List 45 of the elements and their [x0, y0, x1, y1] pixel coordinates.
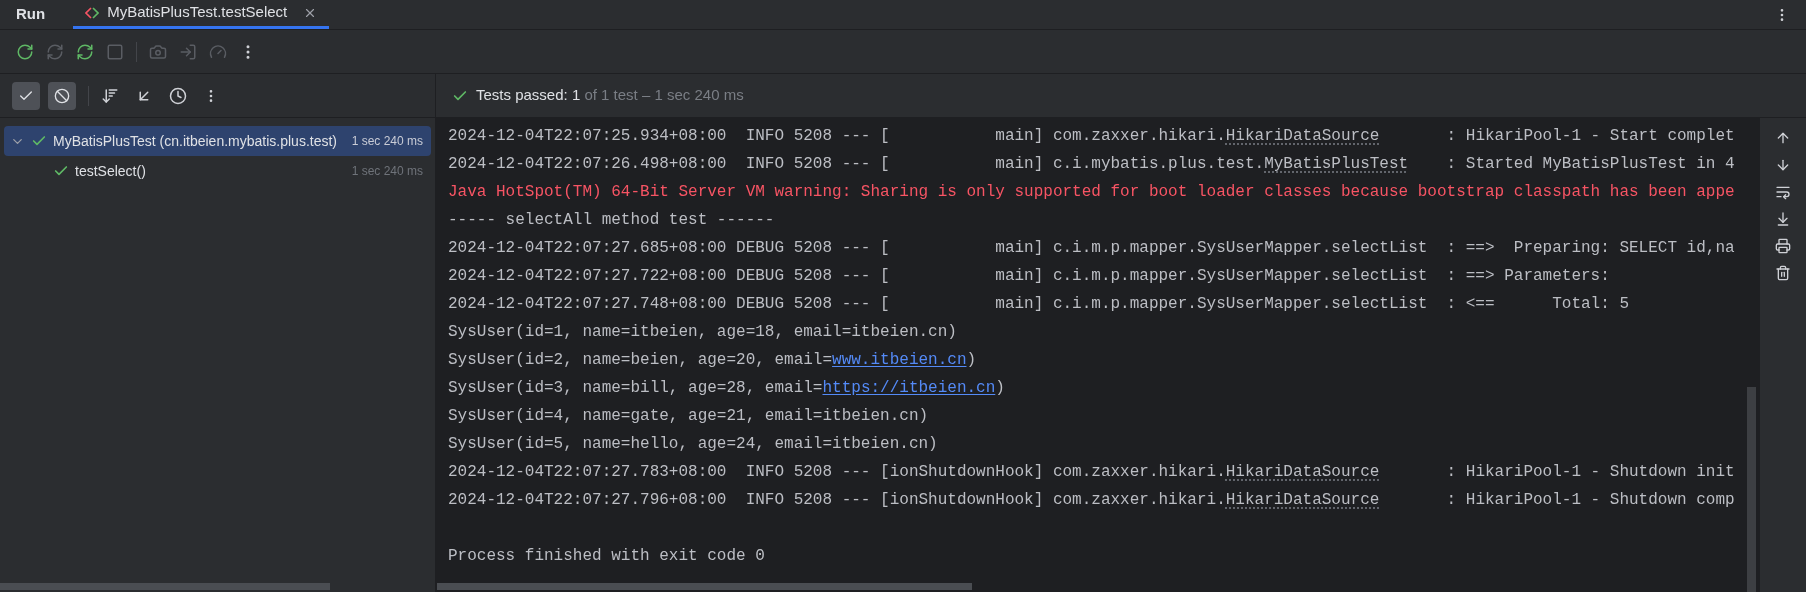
url-link[interactable]: www.itbeien.cn: [832, 351, 967, 369]
console-line: SysUser(id=5, name=hello, age=24, email=itbeien.cn): [448, 434, 939, 455]
printer-icon[interactable]: [1775, 238, 1791, 254]
test-duration: 1 sec 240 ms: [350, 163, 423, 180]
scroll-to-end-icon[interactable]: [1775, 211, 1791, 227]
class-link[interactable]: HikariDataSource: [1225, 463, 1380, 481]
console-line: SysUser(id=1, name=itbeien, age=18, email=itbeien.cn): [448, 322, 958, 343]
test-name: testSelect(): [75, 161, 146, 181]
class-link[interactable]: HikariDataSource: [1225, 127, 1380, 145]
filter-toggle-button[interactable]: [12, 81, 40, 110]
trash-icon[interactable]: [1775, 265, 1791, 281]
console-line: SysUser(id=2, name=beien, age=20, email=www.itbeien.cn): [448, 350, 978, 371]
console-line: Process finished with exit code 0: [448, 546, 766, 567]
console-error-line: Java HotSpot(TM) 64-Bit Server VM warning: Sharing is only supported for boot loader classes because bootstrap classpath has been appe: [448, 182, 1735, 203]
test-name: MyBatisPlusTest (cn.itbeien.mybatis.plus.test): [53, 131, 337, 151]
console-line: 2024-12-04T22:07:27.796+08:00 INFO 5208 --- [ionShutdownHook] com.zaxxer.hikari.HikariDataSource : HikariPool-1 - Shutdown comp: [448, 490, 1735, 511]
clock-icon[interactable]: [169, 86, 187, 105]
console-line: 2024-12-04T22:07:25.934+08:00 INFO 5208 --- [ main] com.zaxxer.hikari.HikariDataSource : HikariPool-1 - Start complet: [448, 126, 1735, 147]
console-line: SysUser(id=4, name=gate, age=21, email=itbeien.cn): [448, 406, 930, 427]
console-line: 2024-12-04T22:07:27.722+08:00 DEBUG 5208 --- [ main] c.i.m.p.mapper.SysUserMapper.selectList : ==> Parameters:: [448, 266, 1611, 287]
sort-icon[interactable]: [101, 86, 119, 105]
tab-label: MyBatisPlusTest.testSelect: [107, 2, 288, 23]
url-link[interactable]: https://itbeien.cn: [822, 379, 996, 397]
scrollbar-thumb[interactable]: [437, 583, 972, 590]
filter-toggle-button[interactable]: [48, 81, 76, 110]
ban-icon: [54, 87, 70, 104]
class-link[interactable]: MyBatisPlusTest: [1264, 155, 1409, 173]
tool-window-title: Run: [15, 4, 47, 25]
scrollbar-thumb[interactable]: [0, 583, 330, 590]
console-line: 2024-12-04T22:07:27.685+08:00 DEBUG 5208 --- [ main] c.i.m.p.mapper.SysUserMapper.selectList : ==> Preparing: SELECT id,na: [448, 238, 1735, 259]
class-link[interactable]: HikariDataSource: [1225, 491, 1380, 509]
toggle-rerun-icon[interactable]: [76, 42, 94, 61]
test-status-text: Tests passed: 1 of 1 test – 1 sec 240 ms: [476, 85, 744, 106]
console-line: 2024-12-04T22:07:26.498+08:00 INFO 5208 --- [ main] c.i.mybatis.plus.test.MyBatisPlusTest : Started MyBatisPlusTest in 4: [448, 154, 1735, 175]
console-line: 2024-12-04T22:07:27.748+08:00 DEBUG 5208 --- [ main] c.i.m.p.mapper.SysUserMapper.selectList : <== Total: 5: [448, 294, 1630, 315]
console-line: SysUser(id=3, name=bill, age=28, email=https://itbeien.cn): [448, 378, 1006, 399]
console-line: ----- selectAll method test ------: [448, 210, 776, 231]
test-duration: 1 sec 240 ms: [350, 133, 423, 150]
tree-item[interactable]: testSelect() 1 sec 240 ms: [4, 156, 431, 186]
soft-wrap-icon[interactable]: [1775, 184, 1791, 200]
rerun-icon[interactable]: [16, 42, 34, 61]
tree-item[interactable]: MyBatisPlusTest (cn.itbeien.mybatis.plus.test) 1 sec 240 ms: [4, 126, 431, 156]
console-line: 2024-12-04T22:07:27.783+08:00 INFO 5208 --- [ionShutdownHook] com.zaxxer.hikari.HikariDataSource : HikariPool-1 - Shutdown init: [448, 462, 1735, 483]
run-tab[interactable]: MyBatisPlusTest.testSelect: [73, 0, 330, 29]
scrollbar-thumb[interactable]: [1747, 387, 1756, 592]
